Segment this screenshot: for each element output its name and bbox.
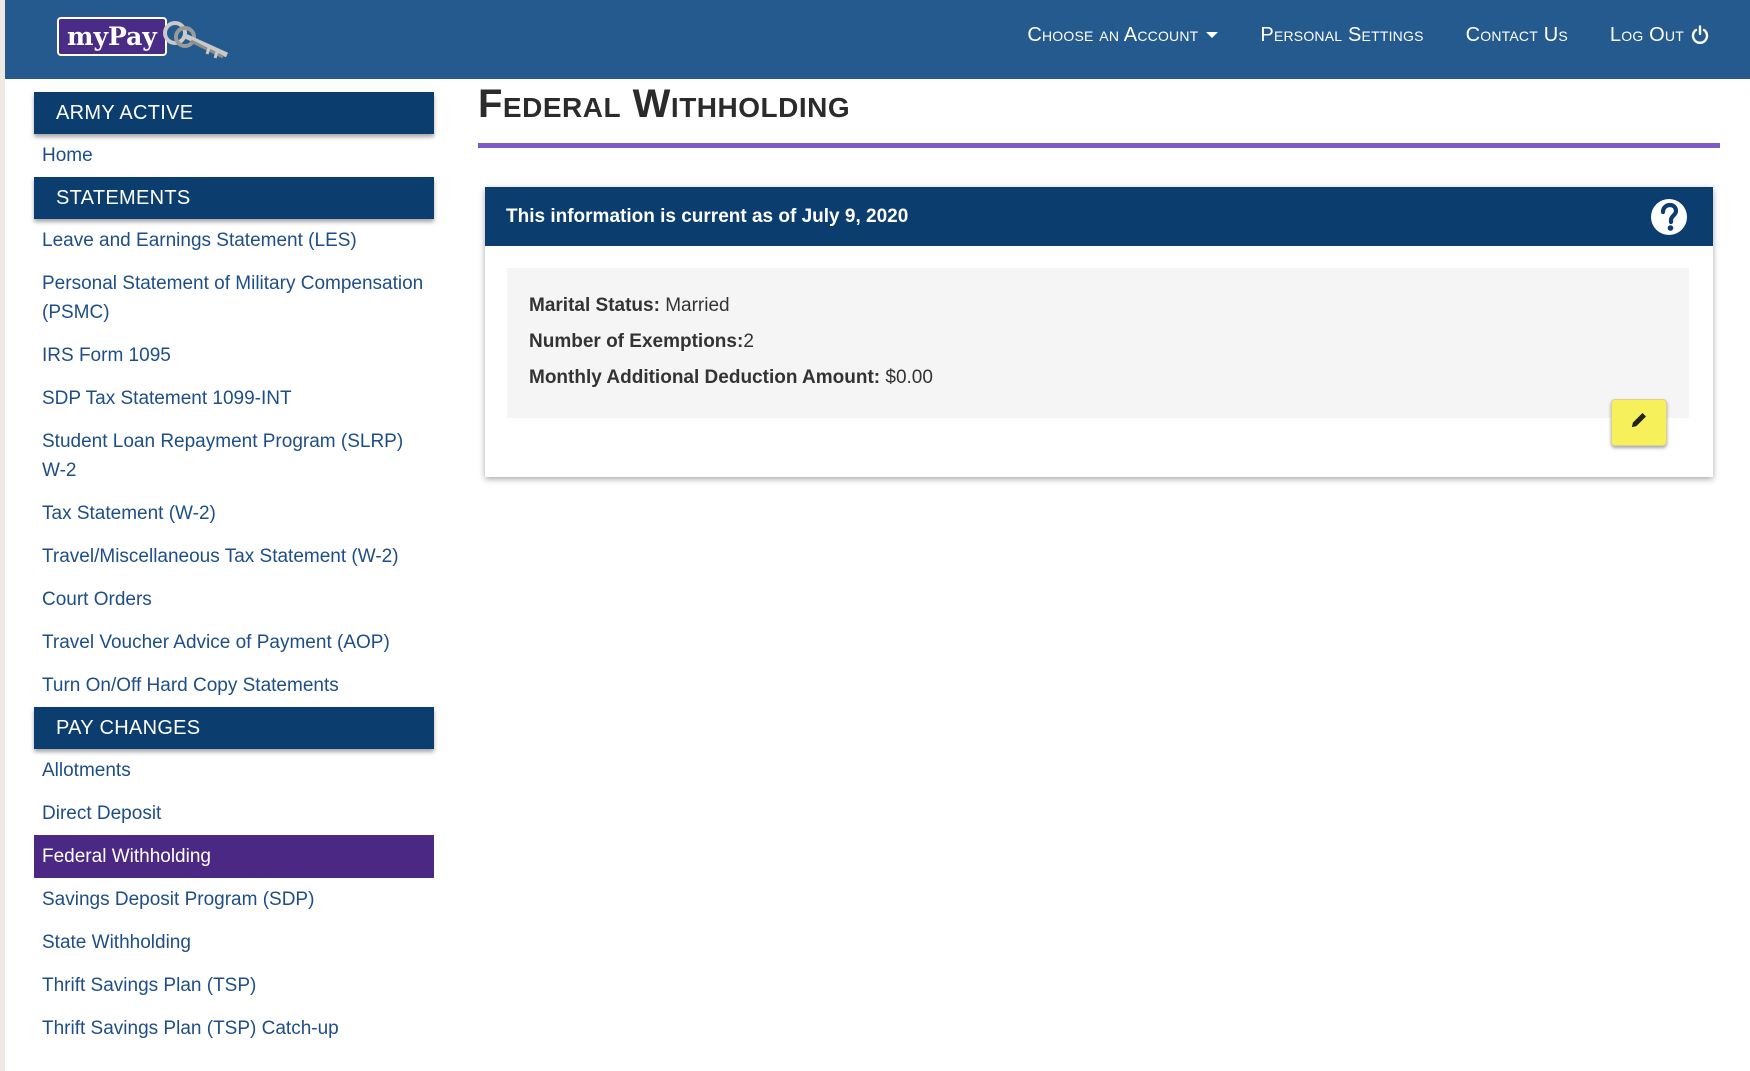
- question-circle-icon[interactable]: [1649, 197, 1689, 261]
- sidebar-item-federal-withholding[interactable]: Federal Withholding: [34, 835, 434, 878]
- sidebar-header-statements: STATEMENTS: [34, 177, 434, 219]
- sidebar-item-sdp[interactable]: Savings Deposit Program (SDP): [34, 878, 434, 921]
- contact-us-link[interactable]: Contact Us: [1466, 24, 1568, 47]
- sidebar-item-les[interactable]: Leave and Earnings Statement (LES): [34, 219, 434, 262]
- deduction-label: Monthly Additional Deduction Amount:: [529, 367, 881, 388]
- marital-status-value: Married: [665, 295, 730, 316]
- mypay-logo[interactable]: myPay: [57, 15, 231, 58]
- sidebar-item-travel-misc-w2[interactable]: Travel/Miscellaneous Tax Statement (W-2): [34, 535, 434, 578]
- deduction-row: Monthly Additional Deduction Amount: $0.…: [529, 360, 1667, 396]
- sidebar-item-tsp-catch-up[interactable]: Thrift Savings Plan (TSP) Catch-up: [34, 1007, 434, 1050]
- personal-settings-link[interactable]: Personal Settings: [1260, 24, 1423, 47]
- sidebar: ARMY ACTIVE Home STATEMENTS Leave and Ea…: [34, 92, 434, 1050]
- choose-account-dropdown[interactable]: Choose an Account: [1027, 23, 1219, 47]
- pencil-icon: [1629, 410, 1649, 435]
- card-header: This information is current as of July 9…: [485, 187, 1713, 246]
- sidebar-item-court-orders[interactable]: Court Orders: [34, 578, 434, 621]
- sidebar-item-tax-w2[interactable]: Tax Statement (W-2): [34, 492, 434, 535]
- sidebar-header-account: ARMY ACTIVE: [34, 92, 434, 134]
- sidebar-header-pay-changes: PAY CHANGES: [34, 707, 434, 749]
- title-divider: [478, 143, 1720, 148]
- card-header-text: This information is current as of July 9…: [506, 206, 909, 227]
- top-navbar: myPay Choose an Account Personal Setting…: [5, 0, 1750, 79]
- withholding-card: This information is current as of July 9…: [485, 187, 1713, 477]
- power-icon: [1690, 25, 1710, 45]
- deduction-value: $0.00: [885, 367, 933, 388]
- sidebar-item-hard-copy[interactable]: Turn On/Off Hard Copy Statements: [34, 664, 434, 707]
- logo-text: myPay: [57, 16, 167, 56]
- edit-button[interactable]: [1611, 399, 1667, 446]
- top-nav-menu: Choose an Account Personal Settings Cont…: [985, 0, 1710, 70]
- keys-icon: [161, 19, 231, 64]
- exemptions-label: Number of Exemptions:: [529, 331, 744, 352]
- log-out-link[interactable]: Log Out: [1610, 24, 1710, 47]
- sidebar-item-psmc[interactable]: Personal Statement of Military Compensat…: [34, 262, 434, 334]
- withholding-details: Marital Status: Married Number of Exempt…: [507, 268, 1689, 418]
- marital-status-label: Marital Status:: [529, 295, 660, 316]
- marital-status-row: Marital Status: Married: [529, 288, 1667, 324]
- exemptions-value: 2: [743, 331, 754, 352]
- sidebar-item-slrp-w2[interactable]: Student Loan Repayment Program (SLRP) W-…: [34, 420, 434, 492]
- choose-account-label: Choose an Account: [1027, 23, 1199, 46]
- exemptions-row: Number of Exemptions:2: [529, 324, 1667, 360]
- sidebar-item-irs-1095[interactable]: IRS Form 1095: [34, 334, 434, 377]
- caret-down-icon: [1206, 32, 1219, 38]
- sidebar-item-state-withholding[interactable]: State Withholding: [34, 921, 434, 964]
- sidebar-item-sdp-1099[interactable]: SDP Tax Statement 1099-INT: [34, 377, 434, 420]
- log-out-label: Log Out: [1609, 23, 1684, 46]
- sidebar-item-direct-deposit[interactable]: Direct Deposit: [34, 792, 434, 835]
- sidebar-item-allotments[interactable]: Allotments: [34, 749, 434, 792]
- sidebar-item-tsp[interactable]: Thrift Savings Plan (TSP): [34, 964, 434, 1007]
- page-edge: [0, 0, 5, 1071]
- page-title: Federal Withholding: [478, 82, 851, 126]
- sidebar-item-home[interactable]: Home: [34, 134, 434, 177]
- sidebar-item-travel-voucher[interactable]: Travel Voucher Advice of Payment (AOP): [34, 621, 434, 664]
